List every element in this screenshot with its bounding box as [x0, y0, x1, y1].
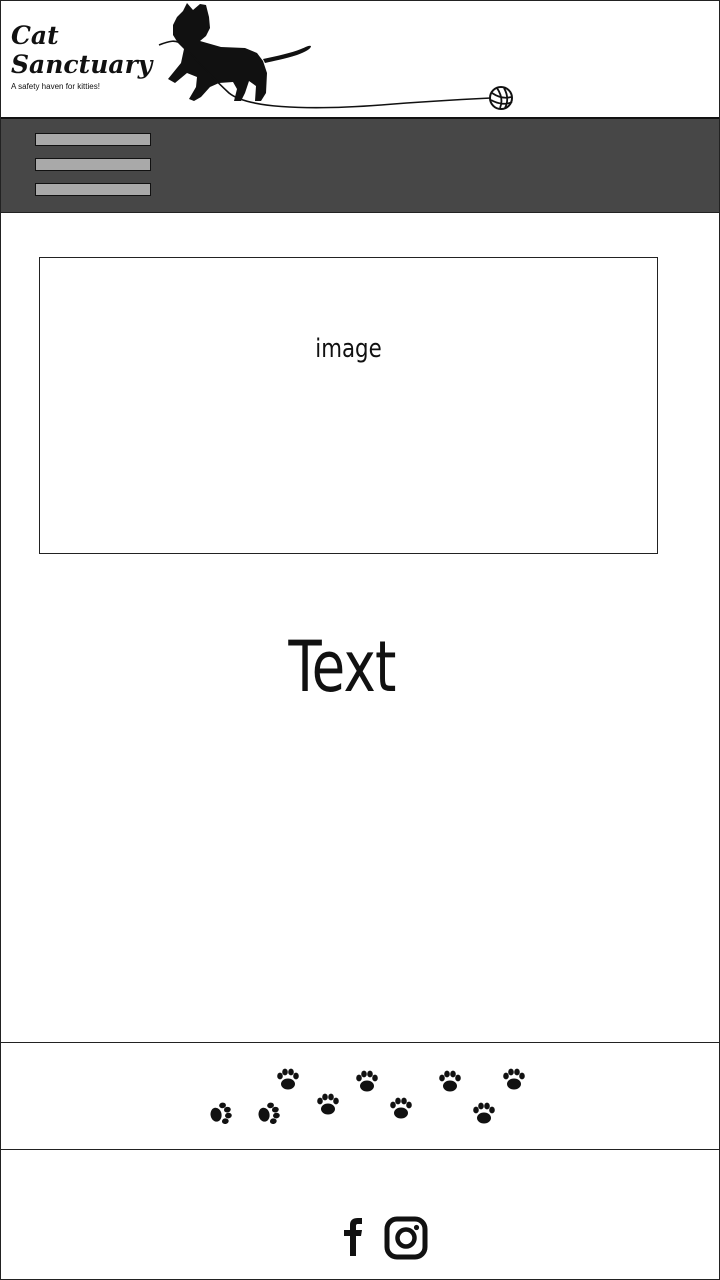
- footer-divider-bottom: [1, 1149, 719, 1150]
- nav-bar: [1, 117, 719, 213]
- main-text: Text: [288, 626, 396, 708]
- hamburger-menu-icon[interactable]: [35, 133, 151, 199]
- image-placeholder: image: [39, 257, 658, 554]
- paw-prints-band: [1, 1043, 719, 1149]
- site-header: Cat Sanctuary A safety haven for kitties…: [1, 1, 719, 116]
- facebook-icon[interactable]: [340, 1216, 368, 1260]
- image-placeholder-label: image: [315, 334, 382, 364]
- instagram-icon[interactable]: [384, 1216, 428, 1260]
- paw-prints-icon: [208, 1068, 525, 1127]
- cat-with-yarn-icon: [158, 3, 513, 110]
